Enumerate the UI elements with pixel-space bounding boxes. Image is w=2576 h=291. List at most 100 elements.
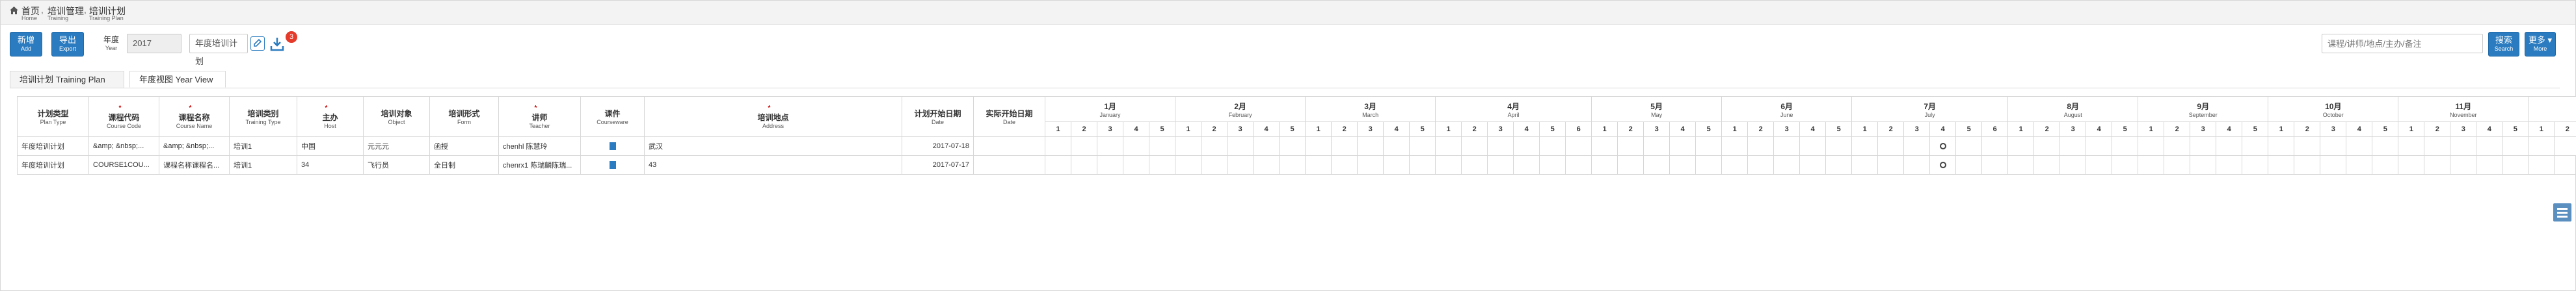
edit-icon[interactable] <box>250 36 265 51</box>
week-header: 1 <box>2398 121 2425 137</box>
week-cell <box>2190 136 2217 156</box>
week-cell <box>1201 155 1228 175</box>
table-cell: 年度培训计划 <box>17 136 89 156</box>
year-label: 年度 Year <box>103 35 119 51</box>
week-cell <box>1539 155 1566 175</box>
week-cell <box>1305 155 1332 175</box>
column-header[interactable]: 课件 Courseware <box>580 96 645 137</box>
week-cell <box>1799 155 1827 175</box>
column-header[interactable]: 培训对象 Object <box>363 96 430 137</box>
plan-type-select[interactable]: 年度培训计划 <box>189 34 248 66</box>
column-header[interactable]: * 讲师 Teacher <box>498 96 581 137</box>
week-cell <box>1045 136 1071 156</box>
download-icon[interactable] <box>269 34 286 53</box>
add-button[interactable]: 新增 Add <box>10 32 42 57</box>
table-cell[interactable]: COURSE1COU... <box>88 155 159 175</box>
week-cell <box>2372 155 2399 175</box>
search-button[interactable]: 搜索 Search <box>2488 32 2519 57</box>
tab-training-plan[interactable]: 培训计划 Training Plan <box>10 71 124 88</box>
table-cell: 元元元 <box>363 136 430 156</box>
scheduled-marker-icon[interactable] <box>1939 162 1946 169</box>
month-header: 11月 November <box>2398 96 2529 122</box>
week-header: 2 <box>2554 121 2576 137</box>
table-cell: 飞行员 <box>363 155 430 175</box>
week-header: 5 <box>1825 121 1853 137</box>
table-cell <box>973 155 1045 175</box>
column-header[interactable]: 培训类别 Training Type <box>229 96 297 137</box>
week-header: 2 <box>2294 121 2321 137</box>
week-cell <box>1383 136 1410 156</box>
week-cell <box>1227 136 1254 156</box>
week-cell <box>1851 136 1879 156</box>
week-cell <box>1201 136 1228 156</box>
week-cell <box>2502 136 2529 156</box>
column-header[interactable]: * 课程名称 Course Name <box>159 96 230 137</box>
week-cell <box>1955 136 1983 156</box>
courseware-icon[interactable] <box>609 161 616 170</box>
export-button[interactable]: 导出 Export <box>51 32 84 57</box>
column-header[interactable]: * 课程代码 Course Code <box>88 96 159 137</box>
week-header: 5 <box>2112 121 2139 137</box>
week-cell <box>1175 155 1202 175</box>
week-cell <box>1877 155 1905 175</box>
download-count-badge: 3 <box>286 31 297 43</box>
home-icon[interactable] <box>10 6 18 14</box>
week-header: 3 <box>1773 121 1801 137</box>
week-cell <box>2450 155 2477 175</box>
more-button[interactable]: 更多 ▾ More <box>2525 32 2556 57</box>
week-header: 1 <box>2138 121 2165 137</box>
column-header[interactable]: 计划类型 Plan Type <box>17 96 89 137</box>
week-cell <box>1721 155 1749 175</box>
week-cell <box>1279 155 1306 175</box>
week-header: 4 <box>2476 121 2503 137</box>
month-header: 8月 August <box>2007 96 2139 122</box>
breadcrumb-home-en: Home <box>21 15 38 21</box>
column-header[interactable]: 实际开始日期 Date <box>973 96 1045 137</box>
week-cell <box>2086 136 2113 156</box>
table-cell: 函授 <box>429 136 499 156</box>
table-row[interactable]: 年度培训计划 COURSE1COU... 课程名称课程名... 培训1 34 飞行员 全日制… <box>17 155 2576 175</box>
week-cell <box>1357 155 1384 175</box>
month-header: 2月 February <box>1175 96 1306 122</box>
column-header[interactable]: * 培训地点 Address <box>644 96 902 137</box>
week-cell <box>1461 155 1488 175</box>
column-header[interactable]: * 主办 Host <box>297 96 364 137</box>
week-cell <box>1851 155 1879 175</box>
week-header: 5 <box>1279 121 1306 137</box>
week-cell <box>1097 155 1123 175</box>
week-cell <box>2346 136 2373 156</box>
week-cell <box>2138 136 2165 156</box>
month-header: 5月 May <box>1591 96 1723 122</box>
week-cell <box>1123 136 1149 156</box>
week-cell <box>2190 155 2217 175</box>
table-cell: chenhl 陈慧玲 <box>498 136 581 156</box>
week-header: 3 <box>2190 121 2217 137</box>
week-header: 3 <box>1357 121 1384 137</box>
tab-year-view[interactable]: 年度视图 Year View <box>129 71 226 88</box>
column-header[interactable]: 培训形式 Form <box>429 96 499 137</box>
grid-settings-icon[interactable] <box>2553 203 2571 221</box>
week-cell <box>2112 136 2139 156</box>
scheduled-marker-icon[interactable] <box>1939 143 1946 150</box>
year-input[interactable]: 2017 <box>127 34 181 53</box>
week-cell <box>2372 136 2399 156</box>
week-cell <box>2450 136 2477 156</box>
week-cell <box>2059 155 2087 175</box>
search-input[interactable] <box>2322 34 2483 53</box>
week-cell <box>1357 136 1384 156</box>
week-cell <box>1591 155 1618 175</box>
column-header[interactable]: 计划开始日期 Date <box>902 96 974 137</box>
table-row[interactable]: 年度培训计划 &amp; &nbsp;... &amp; &nbsp;... 培训1 中… <box>17 136 2576 156</box>
table-cell: 2017-07-18 <box>902 136 974 156</box>
table-cell[interactable]: &amp; &nbsp;... <box>88 136 159 156</box>
week-cell <box>1148 136 1176 156</box>
table-cell: 培训1 <box>229 136 297 156</box>
courseware-icon[interactable] <box>609 142 616 151</box>
month-header: 6月 June <box>1721 96 1853 122</box>
week-cell <box>1148 155 1176 175</box>
week-cell <box>1227 155 1254 175</box>
week-cell <box>1825 155 1853 175</box>
week-cell <box>1409 136 1436 156</box>
table-cell: 培训1 <box>229 155 297 175</box>
week-header: 4 <box>1383 121 1410 137</box>
